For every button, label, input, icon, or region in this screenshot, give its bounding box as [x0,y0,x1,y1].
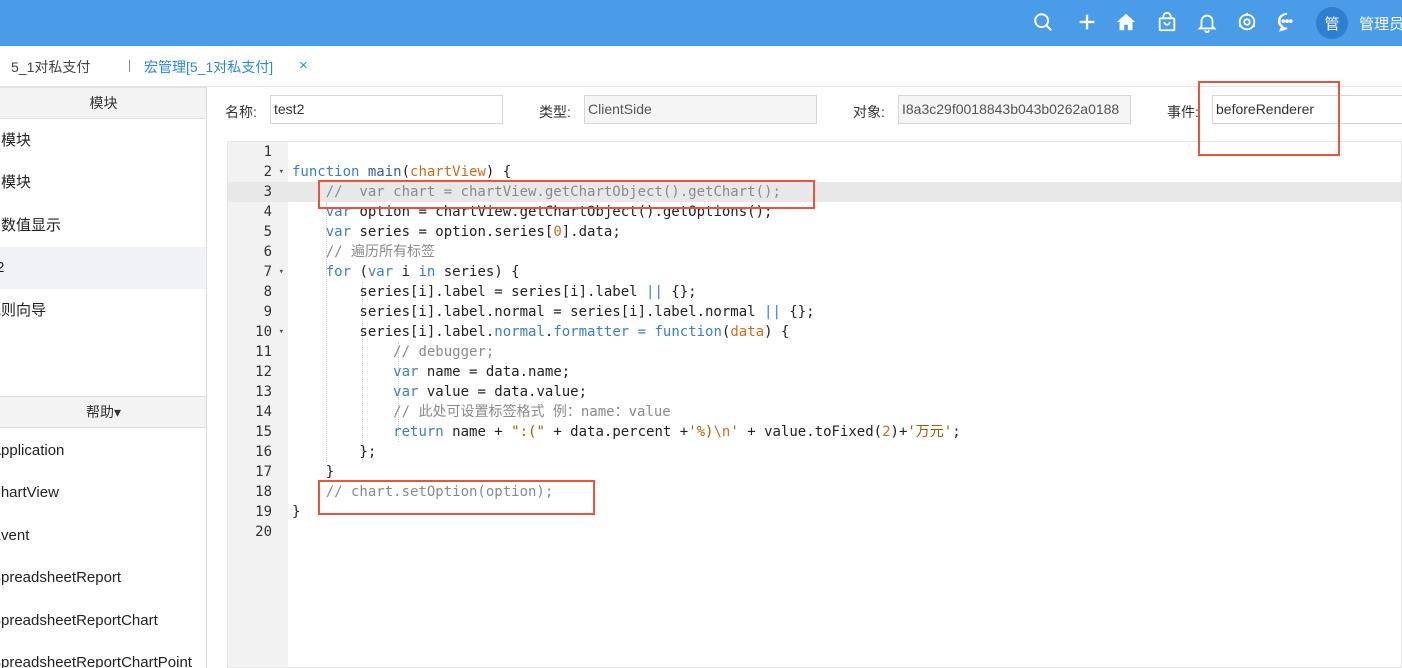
avatar[interactable]: 管 [1316,7,1348,39]
annotation-box-event [1198,81,1340,156]
line-number: 9 [263,304,272,320]
plus-icon[interactable] [1075,10,1099,34]
code-line[interactable]: // debugger; [292,342,1401,362]
code-text-area[interactable]: function main(chartView) { // var chart … [288,142,1401,667]
sidebar-item-label: 图模块 [0,132,32,149]
sidebar-item-label: 规则向导 [0,302,47,319]
sidebar-module-item[interactable]: 图数值显示 [0,205,206,247]
tab-bar: 5_1对私支付 宏管理[5_1对私支付] × [0,46,1402,87]
module-header: 模块 [0,87,206,119]
object-label: 对象: [853,104,885,120]
line-number: 5 [263,224,272,240]
type-input[interactable]: ClientSide [584,95,817,124]
line-number: 7 ▾ [263,262,284,282]
name-label: 名称: [225,104,257,120]
sidebar-item-label: 图数值显示 [0,217,62,234]
fold-toggle-icon[interactable]: ▾ [279,322,284,342]
top-navigation-bar: 管 管理员 [0,0,1402,46]
code-line[interactable]: series[i].label = series[i].label || {}; [292,282,1401,302]
line-number: 18 [255,484,272,500]
code-line[interactable]: return name + ":(" + data.percent +'%)\n… [292,422,1401,442]
bell-icon[interactable] [1195,10,1219,34]
code-line[interactable]: function main(chartView) { [292,162,1401,182]
annotation-box-line3 [318,180,815,209]
line-number: 3 [263,184,272,200]
type-label: 类型: [539,104,571,120]
code-line[interactable]: for (var i in series) { [292,262,1401,282]
help-item-label: Event [0,527,30,544]
help-item[interactable]: Event [0,515,206,557]
code-line[interactable]: } [292,462,1401,482]
line-number: 17 [255,464,272,480]
home-icon[interactable] [1114,10,1138,34]
sidebar-module-item-selected[interactable]: t2 [0,247,206,289]
code-line[interactable]: var series = option.series[0].data; [292,222,1401,242]
tab-macro-manager[interactable]: 宏管理[5_1对私支付] [144,57,273,77]
line-number: 16 [255,444,272,460]
annotation-box-line18 [318,480,595,515]
username[interactable]: 管理员 [1359,13,1402,34]
line-number: 2 ▾ [263,162,284,182]
line-number: 4 [263,204,272,220]
code-line[interactable]: series[i].label.normal.formatter = funct… [292,322,1401,342]
sidebar-item-label: t2 [0,247,5,289]
line-number: 11 [255,344,272,360]
help-header[interactable]: 帮助▾ [0,396,206,428]
line-number-gutter: 1 2 ▾ 3 4 5 6 7 ▾ 8 9 10 ▾ 11 12 13 14 15 16 17 18 19 20 [228,142,288,667]
help-item[interactable]: SpreadsheetReportChartPoint [0,642,206,668]
fold-toggle-icon[interactable]: ▾ [279,162,284,182]
code-line[interactable]: // 此处可设置标签格式 例：name：value [292,402,1401,422]
code-line[interactable] [292,522,1401,542]
sidebar-module-item[interactable]: 图模块 [0,162,206,204]
help-item[interactable]: ChartView [0,472,206,514]
line-number: 19 [255,504,272,520]
tab-close-icon[interactable]: × [299,57,308,74]
sidebar-item-label: 图模块 [0,174,32,191]
help-item[interactable]: SpreadsheetReportChart [0,600,206,642]
line-number: 8 [263,284,272,300]
line-number: 10 ▾ [255,322,284,342]
help-item-label: SpreadsheetReportChart [0,612,158,629]
line-number: 1 [263,144,272,160]
line-number: 13 [255,384,272,400]
help-item-label: ChartView [0,484,59,501]
settings-icon[interactable] [1235,10,1259,34]
search-icon[interactable] [1031,10,1055,34]
help-item-label: SpreadsheetReport [0,569,122,586]
line-number: 12 [255,364,272,380]
name-input[interactable]: test2 [270,95,503,124]
help-item-label: SpreadsheetReportChartPoint [0,654,192,668]
line-number: 14 [255,404,272,420]
chat-icon[interactable] [1275,10,1299,34]
line-number: 20 [255,524,272,540]
event-label: 事件: [1167,104,1199,120]
help-item[interactable]: SpreadsheetReport [0,557,206,599]
bag-icon[interactable] [1155,10,1179,34]
fold-toggle-icon[interactable]: ▾ [279,262,284,282]
sidebar: 模块 图模块 图模块 图数值显示 t2 规则向导 帮助▾ Application… [0,87,207,668]
code-line[interactable]: }; [292,442,1401,462]
code-line[interactable]: var name = data.name; [292,362,1401,382]
code-line[interactable]: series[i].label.normal = series[i].label… [292,302,1401,322]
code-line[interactable]: var value = data.value; [292,382,1401,402]
help-item-label: Application [0,442,65,459]
sidebar-module-item[interactable]: 图模块 [0,120,206,162]
line-number: 6 [263,244,272,260]
tab-divider [129,60,130,72]
help-item[interactable]: Application [0,430,206,472]
object-input[interactable]: I8a3c29f0018843b043b0262a0188 [898,95,1131,124]
code-editor[interactable]: 1 2 ▾ 3 4 5 6 7 ▾ 8 9 10 ▾ 11 12 13 14 15 16 17 18 19 20 funct… [227,141,1402,668]
tab-payment[interactable]: 5_1对私支付 [11,57,90,77]
line-number: 15 [255,424,272,440]
sidebar-module-item[interactable]: 规则向导 [0,290,206,332]
code-line[interactable]: // 遍历所有标签 [292,242,1401,262]
